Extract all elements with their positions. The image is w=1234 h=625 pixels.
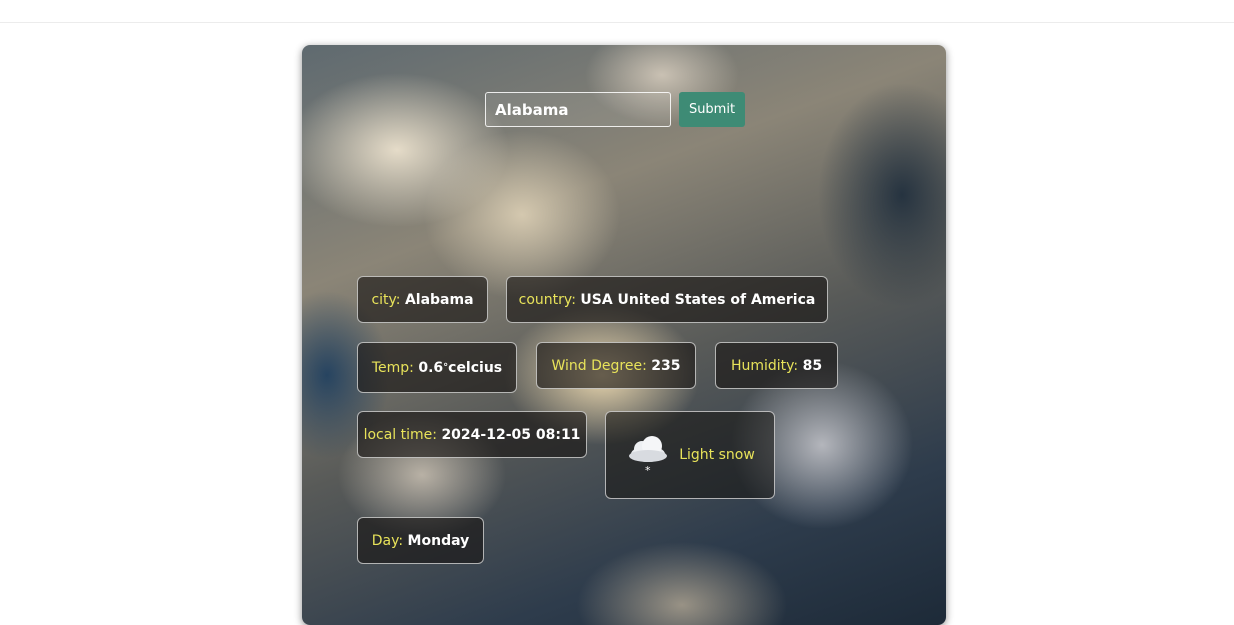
weather-card: Submit city: Alabama country: USA United… <box>302 45 946 625</box>
city-chip: city: Alabama <box>357 276 488 323</box>
condition-chip: * Light snow <box>605 411 775 499</box>
country-chip: country: USA United States of America <box>506 276 828 323</box>
temp-chip: Temp: 0.6 ° celcius <box>357 342 517 393</box>
city-search-input[interactable] <box>485 92 671 127</box>
day-chip: Day: Monday <box>357 517 484 564</box>
temp-value: 0.6 <box>418 359 444 376</box>
temp-label: Temp: <box>371 359 414 376</box>
temp-unit: celcius <box>448 359 503 376</box>
condition-text: Light snow <box>679 447 755 463</box>
humidity-chip: Humidity: 85 <box>715 342 838 389</box>
wind-value: 235 <box>651 357 681 374</box>
local-time-chip: local time: 2024-12-05 08:11 <box>357 411 587 458</box>
light-snow-icon: * <box>629 436 668 477</box>
day-value: Monday <box>407 532 470 549</box>
local-time-label: local time: <box>363 426 437 443</box>
local-time-value: 2024-12-05 08:11 <box>441 426 581 443</box>
city-value: Alabama <box>404 291 474 308</box>
country-label: country: <box>518 291 576 308</box>
humidity-label: Humidity: <box>730 357 799 374</box>
city-label: city: <box>371 291 401 308</box>
humidity-value: 85 <box>802 357 823 374</box>
wind-chip: Wind Degree: 235 <box>536 342 696 389</box>
day-label: Day: <box>371 532 404 549</box>
top-bar <box>0 0 1234 23</box>
svg-text:*: * <box>645 464 651 477</box>
country-value: USA United States of America <box>580 291 816 308</box>
search-form: Submit <box>485 92 745 127</box>
submit-button[interactable]: Submit <box>679 92 745 127</box>
wind-label: Wind Degree: <box>551 357 647 374</box>
